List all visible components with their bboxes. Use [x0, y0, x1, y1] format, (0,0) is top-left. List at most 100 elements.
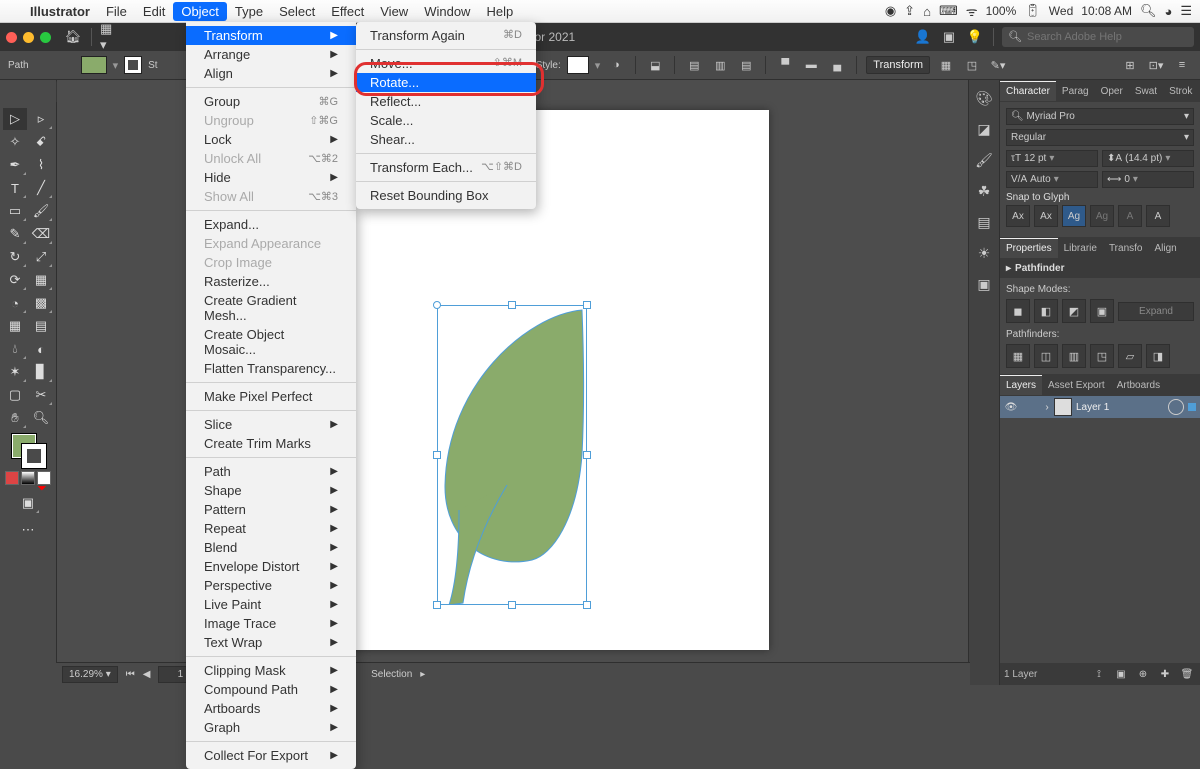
- submenu-item-reset-bounding-box[interactable]: Reset Bounding Box: [356, 186, 536, 205]
- arrange-docs-icon[interactable]: ▣: [939, 27, 959, 47]
- home-icon[interactable]: 🏠︎: [63, 27, 83, 47]
- siri-icon[interactable]: ◕: [1164, 4, 1172, 19]
- leading-field[interactable]: ⬍A(14.4 pt)▾: [1102, 150, 1194, 167]
- recolor-icon[interactable]: ⬓: [645, 55, 665, 75]
- eyedropper-tool[interactable]: 💧︎: [3, 338, 27, 360]
- font-family-select[interactable]: 🔍︎ Myriad Pro▾: [1006, 108, 1194, 125]
- opacity-icon[interactable]: ◑: [606, 55, 626, 75]
- menu-item-envelope-distort[interactable]: Envelope Distort▶: [186, 557, 356, 576]
- submenu-item-reflect-[interactable]: Reflect...: [356, 92, 536, 111]
- handle-bot-mid[interactable]: [508, 601, 516, 609]
- menu-item-rasterize-[interactable]: Rasterize...: [186, 272, 356, 291]
- isolate-icon[interactable]: ◳: [962, 55, 982, 75]
- shaper-tool[interactable]: ✎: [3, 223, 27, 245]
- type-tool[interactable]: T: [3, 177, 27, 199]
- menu-item-collect-for-export[interactable]: Collect For Export▶: [186, 746, 356, 765]
- tracking-field[interactable]: ⟷0▾: [1102, 171, 1194, 188]
- menubar-help[interactable]: Help: [478, 2, 521, 21]
- clip-mask-icon[interactable]: ▣: [1112, 669, 1130, 680]
- tab-character[interactable]: Character: [1000, 81, 1056, 101]
- menu-item-flatten-transparency-[interactable]: Flatten Transparency...: [186, 359, 356, 378]
- width-tool[interactable]: ⟳: [3, 269, 27, 291]
- adobe-help-search-input[interactable]: [1025, 30, 1179, 44]
- artboard-prev[interactable]: ◀︎: [143, 669, 151, 680]
- color-guide-panel-icon[interactable]: ◪: [977, 121, 990, 138]
- layer-twirl[interactable]: ›: [1040, 402, 1054, 413]
- close-window[interactable]: [6, 32, 17, 43]
- new-sublayer-icon[interactable]: ⊕: [1134, 669, 1152, 680]
- graph-tool[interactable]: ▊: [29, 361, 53, 383]
- menubar-select[interactable]: Select: [271, 2, 323, 21]
- handle-bot-right[interactable]: [583, 601, 591, 609]
- menu-item-clipping-mask[interactable]: Clipping Mask▶: [186, 661, 356, 680]
- glyph-left[interactable]: A: [1118, 205, 1142, 227]
- artboard-tool[interactable]: ▢: [3, 384, 27, 406]
- mesh-tool[interactable]: ▦: [3, 315, 27, 337]
- minimize-window[interactable]: [23, 32, 34, 43]
- outline-button[interactable]: ▱: [1118, 344, 1142, 368]
- control-center-icon[interactable]: ☰: [1180, 3, 1192, 19]
- gradient-panel-icon[interactable]: ▤: [977, 214, 990, 231]
- menu-item-lock[interactable]: Lock▶: [186, 130, 356, 149]
- align-bottom-icon[interactable]: ▄: [827, 55, 847, 75]
- align-top-icon[interactable]: ▀: [775, 55, 795, 75]
- tab-paragraph[interactable]: Parag: [1056, 82, 1095, 101]
- zoom-field[interactable]: 16.29% ▾: [62, 666, 118, 683]
- menu-item-shape[interactable]: Shape▶: [186, 481, 356, 500]
- glyph-right[interactable]: A: [1146, 205, 1170, 227]
- menubar-file[interactable]: File: [98, 2, 135, 21]
- menubar-type[interactable]: Type: [227, 2, 271, 21]
- direct-selection-tool[interactable]: ▹: [29, 108, 53, 130]
- wifi-icon[interactable]: ᯤ: [966, 2, 978, 20]
- graphic-styles-panel-icon[interactable]: ▣: [977, 276, 990, 293]
- menu-item-arrange[interactable]: Arrange▶: [186, 45, 356, 64]
- tab-libraries[interactable]: Librarie: [1058, 239, 1103, 258]
- tab-properties[interactable]: Properties: [1000, 238, 1058, 258]
- brushes-panel-icon[interactable]: 🖌︎: [975, 152, 993, 169]
- menu-item-slice[interactable]: Slice▶: [186, 415, 356, 434]
- line-tool[interactable]: ╱: [29, 177, 53, 199]
- zoom-tool[interactable]: 🔍︎: [29, 407, 53, 429]
- menu-item-perspective[interactable]: Perspective▶: [186, 576, 356, 595]
- fill-swatch[interactable]: [81, 56, 107, 74]
- app-icon[interactable]: ⌂: [923, 4, 931, 19]
- menu-item-live-paint[interactable]: Live Paint▶: [186, 595, 356, 614]
- delete-layer-icon[interactable]: 🗑︎: [1178, 669, 1196, 680]
- divide-button[interactable]: ▦: [1006, 344, 1030, 368]
- font-size-field[interactable]: τT12 pt▾: [1006, 150, 1098, 167]
- transform-button[interactable]: Transform: [866, 56, 930, 74]
- menubar-effect[interactable]: Effect: [323, 2, 372, 21]
- pathfinder-header[interactable]: ▸Pathfinder: [1000, 259, 1200, 278]
- menu-item-graph[interactable]: Graph▶: [186, 718, 356, 737]
- align-hcenter-icon[interactable]: ▥: [710, 55, 730, 75]
- menubar-view[interactable]: View: [372, 2, 416, 21]
- workspace-switch-icon[interactable]: ▦ ▾: [100, 27, 120, 47]
- unite-button[interactable]: ◼︎: [1006, 299, 1030, 323]
- selection-tool[interactable]: ▷: [3, 108, 27, 130]
- submenu-item-rotate-[interactable]: Rotate...: [356, 73, 536, 92]
- pin-icon[interactable]: ⊞: [1120, 55, 1140, 75]
- dropbox-icon[interactable]: ⇪: [904, 3, 915, 19]
- submenu-item-shear-[interactable]: Shear...: [356, 130, 536, 149]
- gradient-tool[interactable]: ▤: [29, 315, 53, 337]
- shape-builder-icon[interactable]: ▦: [936, 55, 956, 75]
- target-icon[interactable]: [1168, 399, 1184, 415]
- maximize-window[interactable]: [40, 32, 51, 43]
- intersect-button[interactable]: ◩: [1062, 299, 1086, 323]
- tab-opentype[interactable]: Oper: [1095, 82, 1129, 101]
- artboard-prev2[interactable]: ⏮︎: [126, 669, 135, 680]
- exclude-button[interactable]: ▣: [1090, 299, 1114, 323]
- handle-mid-left[interactable]: [433, 451, 441, 459]
- submenu-item-transform-each-[interactable]: Transform Each...⌥⇧⌘D: [356, 158, 536, 177]
- more-options-icon[interactable]: ≡: [1172, 55, 1192, 75]
- hand-tool[interactable]: ✋︎: [3, 407, 27, 429]
- selected-object-leaf[interactable]: [437, 305, 587, 605]
- menubar-app-name[interactable]: Illustrator: [22, 2, 98, 21]
- menu-item-expand-[interactable]: Expand...: [186, 215, 356, 234]
- spotlight-icon[interactable]: 🔍︎: [1140, 3, 1157, 19]
- merge-button[interactable]: ▥: [1062, 344, 1086, 368]
- cc-icon[interactable]: ◉: [885, 3, 896, 19]
- rectangle-tool[interactable]: ▭: [3, 200, 27, 222]
- submenu-item-move-[interactable]: Move...⇧⌘M: [356, 54, 536, 73]
- tab-asset-export[interactable]: Asset Export: [1042, 376, 1111, 395]
